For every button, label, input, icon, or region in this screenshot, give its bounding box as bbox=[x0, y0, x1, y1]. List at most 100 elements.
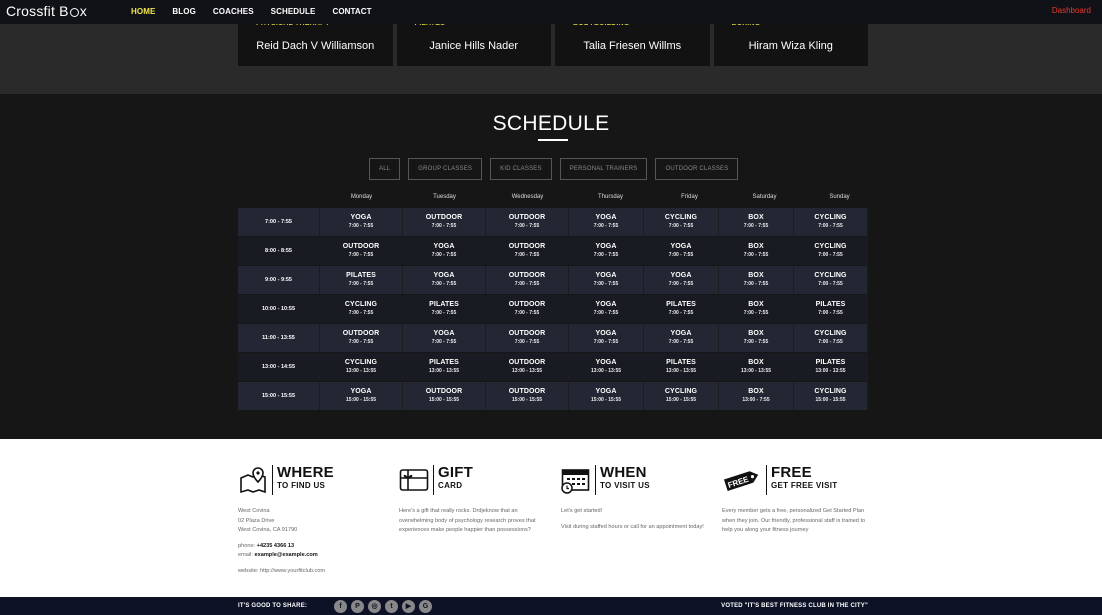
gift-card-icon bbox=[399, 465, 429, 495]
class-slot[interactable]: YOGA 13:00 - 13:55 bbox=[569, 353, 644, 381]
class-time: 7:00 - 7:55 bbox=[514, 339, 540, 345]
nav-schedule[interactable]: SCHEDULE bbox=[271, 7, 316, 16]
schedule-filters: ALL GROUP CLASSES KID CLASSES PERSONAL T… bbox=[369, 158, 739, 180]
class-time: 7:00 - 7:55 bbox=[431, 252, 457, 258]
class-slot[interactable]: YOGA 7:00 - 7:55 bbox=[403, 237, 486, 265]
class-slot[interactable]: BOX 7:00 - 7:55 bbox=[719, 295, 794, 323]
website-link[interactable]: website: http://www.yourfitclub.com bbox=[238, 567, 388, 577]
filter-kid-classes[interactable]: KID CLASSES bbox=[490, 158, 552, 180]
nav-home[interactable]: HOME bbox=[131, 7, 155, 16]
class-slot[interactable]: PILATES 13:00 - 13:55 bbox=[403, 353, 486, 381]
email-link[interactable]: example@example.com bbox=[254, 552, 317, 558]
share-label: IT'S GOOD TO SHARE: bbox=[238, 603, 308, 609]
nav-contact[interactable]: CONTACT bbox=[332, 7, 371, 16]
class-slot[interactable]: PILATES 7:00 - 7:55 bbox=[403, 295, 486, 323]
class-slot[interactable]: PILATES 13:00 - 13:55 bbox=[644, 353, 719, 381]
class-slot[interactable]: BOX 7:00 - 7:55 bbox=[719, 324, 794, 352]
free-subtitle: GET FREE VISIT bbox=[771, 481, 838, 490]
class-slot[interactable]: OUTDOOR 7:00 - 7:55 bbox=[486, 208, 569, 236]
class-slot[interactable]: OUTDOOR 13:00 - 13:55 bbox=[486, 353, 569, 381]
nav-coaches[interactable]: COACHES bbox=[213, 7, 254, 16]
coach-card[interactable]: PILATES Janice Hills Nader bbox=[396, 24, 551, 66]
dashboard-link[interactable]: Dashboard bbox=[1052, 6, 1091, 15]
class-slot[interactable]: PILATES 7:00 - 7:55 bbox=[794, 295, 868, 323]
gift-column: GIFT CARD Here's a gift that really rock… bbox=[399, 465, 549, 536]
class-slot[interactable]: CYCLING 15:00 - 15:55 bbox=[794, 382, 868, 410]
class-slot[interactable]: BOX 7:00 - 7:55 bbox=[719, 237, 794, 265]
filter-group-classes[interactable]: GROUP CLASSES bbox=[408, 158, 483, 180]
coach-card[interactable]: BODYBUILDING Talia Friesen Willms bbox=[555, 24, 710, 66]
class-name: OUTDOOR bbox=[342, 330, 380, 337]
instagram-icon[interactable]: ◎ bbox=[368, 600, 381, 613]
class-slot[interactable]: PILATES 7:00 - 7:55 bbox=[644, 295, 719, 323]
class-slot[interactable]: OUTDOOR 7:00 - 7:55 bbox=[486, 266, 569, 294]
class-slot[interactable]: YOGA 7:00 - 7:55 bbox=[320, 208, 403, 236]
class-slot[interactable]: OUTDOOR 15:00 - 15:55 bbox=[403, 382, 486, 410]
schedule-section: SCHEDULE ALL GROUP CLASSES KID CLASSES P… bbox=[0, 94, 1102, 439]
filter-personal-trainers[interactable]: PERSONAL TRAINERS bbox=[559, 158, 648, 180]
class-slot[interactable]: BOX 13:00 - 13:55 bbox=[719, 353, 794, 381]
class-slot[interactable]: OUTDOOR 15:00 - 15:55 bbox=[486, 382, 569, 410]
filter-all[interactable]: ALL bbox=[369, 158, 401, 180]
class-slot[interactable]: CYCLING 7:00 - 7:55 bbox=[794, 237, 868, 265]
class-slot[interactable]: YOGA 7:00 - 7:55 bbox=[569, 295, 644, 323]
class-slot[interactable]: YOGA 7:00 - 7:55 bbox=[569, 208, 644, 236]
class-slot[interactable]: YOGA 15:00 - 15:55 bbox=[569, 382, 644, 410]
class-slot[interactable]: YOGA 7:00 - 7:55 bbox=[644, 266, 719, 294]
class-time: 7:00 - 7:55 bbox=[668, 223, 694, 229]
where-details: West Covina 02 Plaza Drive West Covina, … bbox=[238, 507, 388, 576]
table-row: 13:00 - 14:55 CYCLING 13:00 - 13:55 PILATES… bbox=[238, 353, 868, 382]
coach-card[interactable]: BOXING Hiram Wiza Kling bbox=[713, 24, 868, 66]
phone-number[interactable]: +4235 4366 13 bbox=[257, 543, 295, 549]
class-name: OUTDOOR bbox=[508, 272, 546, 279]
day-header: Wednesday bbox=[511, 194, 544, 200]
class-name: CYCLING bbox=[814, 243, 847, 250]
class-slot[interactable]: YOGA 7:00 - 7:55 bbox=[403, 266, 486, 294]
youtube-icon[interactable]: ▶ bbox=[402, 600, 415, 613]
class-slot[interactable]: PILATES 13:00 - 13:55 bbox=[794, 353, 868, 381]
class-slot[interactable]: BOX 13:00 - 7:55 bbox=[719, 382, 794, 410]
class-time: 7:00 - 7:55 bbox=[743, 223, 769, 229]
class-time: 7:00 - 7:55 bbox=[514, 223, 540, 229]
facebook-icon[interactable]: f bbox=[334, 600, 347, 613]
class-slot[interactable]: YOGA 15:00 - 15:55 bbox=[320, 382, 403, 410]
time-cell: 11:00 - 13:55 bbox=[238, 324, 320, 352]
table-row: 10:00 - 10:55 CYCLING 7:00 - 7:55 PILATES 7:… bbox=[238, 295, 868, 324]
class-name: CYCLING bbox=[814, 272, 847, 279]
pinterest-icon[interactable]: P bbox=[351, 600, 364, 613]
class-slot[interactable]: CYCLING 13:00 - 13:55 bbox=[320, 353, 403, 381]
footer: IT'S GOOD TO SHARE: f P ◎ t ▶ G VOTED "I… bbox=[0, 597, 1102, 615]
class-slot[interactable]: OUTDOOR 7:00 - 7:55 bbox=[320, 324, 403, 352]
class-slot[interactable]: YOGA 7:00 - 7:55 bbox=[569, 324, 644, 352]
when-title: WHEN bbox=[600, 464, 647, 481]
class-slot[interactable]: YOGA 7:00 - 7:55 bbox=[569, 237, 644, 265]
class-slot[interactable]: OUTDOOR 7:00 - 7:55 bbox=[486, 324, 569, 352]
class-slot[interactable]: PILATES 7:00 - 7:55 bbox=[320, 266, 403, 294]
day-header: Sunday bbox=[829, 194, 850, 200]
class-slot[interactable]: OUTDOOR 7:00 - 7:55 bbox=[403, 208, 486, 236]
class-slot[interactable]: CYCLING 7:00 - 7:55 bbox=[320, 295, 403, 323]
class-slot[interactable]: OUTDOOR 7:00 - 7:55 bbox=[320, 237, 403, 265]
class-slot[interactable]: CYCLING 7:00 - 7:55 bbox=[794, 266, 868, 294]
class-slot[interactable]: YOGA 7:00 - 7:55 bbox=[644, 237, 719, 265]
class-slot[interactable]: YOGA 7:00 - 7:55 bbox=[403, 324, 486, 352]
class-slot[interactable]: OUTDOOR 7:00 - 7:55 bbox=[486, 295, 569, 323]
class-slot[interactable]: CYCLING 7:00 - 7:55 bbox=[794, 324, 868, 352]
google-plus-icon[interactable]: G bbox=[419, 600, 432, 613]
class-slot[interactable]: OUTDOOR 7:00 - 7:55 bbox=[486, 237, 569, 265]
filter-outdoor-classes[interactable]: OUTDOOR CLASSES bbox=[655, 158, 739, 180]
class-slot[interactable]: BOX 7:00 - 7:55 bbox=[719, 208, 794, 236]
class-slot[interactable]: CYCLING 15:00 - 15:55 bbox=[644, 382, 719, 410]
class-time: 7:00 - 7:55 bbox=[514, 281, 540, 287]
coach-card[interactable]: PHYSICAL THERAPY Reid Dach V Williamson bbox=[238, 24, 393, 66]
nav-blog[interactable]: BLOG bbox=[172, 7, 196, 16]
class-slot[interactable]: CYCLING 7:00 - 7:55 bbox=[644, 208, 719, 236]
class-slot[interactable]: BOX 7:00 - 7:55 bbox=[719, 266, 794, 294]
twitter-icon[interactable]: t bbox=[385, 600, 398, 613]
site-logo[interactable]: Crossfit Bx bbox=[6, 3, 87, 19]
class-slot[interactable]: YOGA 7:00 - 7:55 bbox=[644, 324, 719, 352]
class-slot[interactable]: CYCLING 7:00 - 7:55 bbox=[794, 208, 868, 236]
class-name: OUTDOOR bbox=[425, 388, 463, 395]
class-name: YOGA bbox=[350, 388, 372, 395]
class-slot[interactable]: YOGA 7:00 - 7:55 bbox=[569, 266, 644, 294]
